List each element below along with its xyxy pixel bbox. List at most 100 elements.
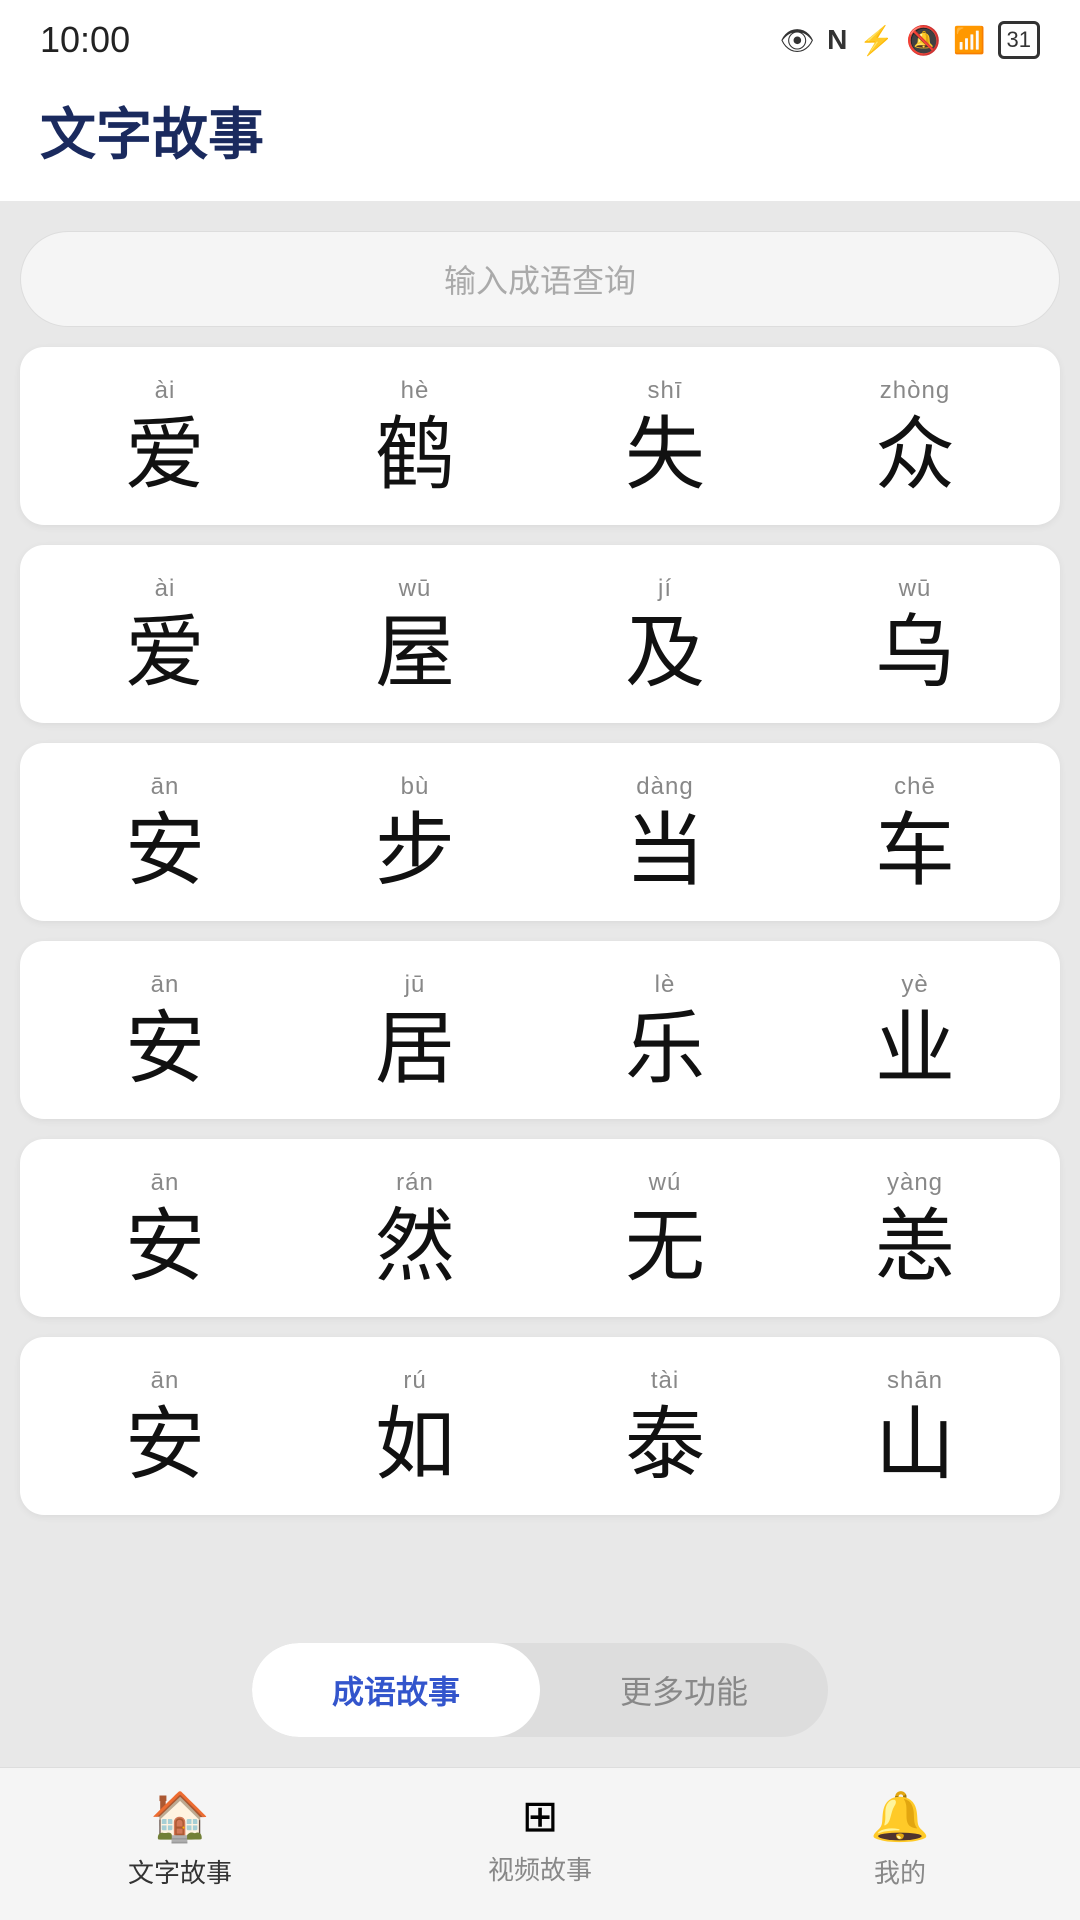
char-item-5-3: wú 无: [540, 1169, 790, 1287]
pinyin-6-1: ān: [151, 1367, 180, 1395]
hanzi-2-3: 及: [625, 613, 705, 693]
char-item-2-3: jí 及: [540, 575, 790, 693]
char-item-5-4: yàng 恙: [790, 1169, 1040, 1287]
status-time: 10:00: [40, 19, 130, 61]
pinyin-4-1: ān: [151, 971, 180, 999]
char-item-6-3: tài 泰: [540, 1367, 790, 1485]
tab-bar: 🏠 文字故事 ⊞ 视频故事 🔔 我的: [0, 1767, 1080, 1920]
nav-pill: 成语故事 更多功能: [252, 1643, 828, 1737]
char-item-1-1: ài 爱: [40, 377, 290, 495]
pinyin-6-2: rú: [403, 1367, 426, 1395]
char-item-6-4: shān 山: [790, 1367, 1040, 1485]
char-item-3-2: bù 步: [290, 773, 540, 891]
nav-btn-idiom-story[interactable]: 成语故事: [252, 1643, 540, 1737]
tab-item-text-story[interactable]: 🏠 文字故事: [0, 1788, 360, 1890]
pinyin-5-4: yàng: [887, 1169, 943, 1197]
pinyin-4-4: yè: [901, 971, 928, 999]
hanzi-5-2: 然: [375, 1207, 455, 1287]
char-item-4-1: ān安: [40, 971, 290, 1089]
hanzi-6-3: 泰: [625, 1405, 705, 1485]
pinyin-6-4: shān: [887, 1367, 943, 1395]
hanzi-3-2: 步: [375, 811, 455, 891]
signal-icon: 📶: [953, 25, 985, 56]
pinyin-2-1: ài: [155, 575, 176, 603]
char-item-3-4: chē 车: [790, 773, 1040, 891]
pinyin-1-1: ài: [155, 377, 176, 405]
hanzi-1-4: 众: [875, 415, 955, 495]
hanzi-6-4: 山: [875, 1405, 955, 1485]
page-title: 文字故事: [40, 90, 1040, 171]
status-bar: 10:00 👁 N ⚡ 🔕 📶 31: [0, 0, 1080, 70]
hanzi-5-3: 无: [625, 1207, 705, 1287]
hanzi-3-4: 车: [875, 811, 955, 891]
idiom-card-6[interactable]: ān 安 rú 如 tài 泰 shān 山: [20, 1337, 1060, 1515]
tab-inner: 🏠 文字故事 ⊞ 视频故事 🔔 我的: [0, 1788, 1080, 1890]
grid-icon: ⊞: [522, 1791, 559, 1842]
tab-item-video-story[interactable]: ⊞ 视频故事: [360, 1791, 720, 1887]
idiom-card-2[interactable]: ài 爱 wū 屋 jí 及 wū 乌: [20, 545, 1060, 723]
status-icons: 👁 N ⚡ 🔕 📶 31: [780, 21, 1040, 59]
pinyin-2-2: wū: [399, 575, 432, 603]
char-item-3-3: dàng 当: [540, 773, 790, 891]
hanzi-2-2: 屋: [375, 613, 455, 693]
pinyin-1-2: hè: [401, 377, 430, 405]
idiom-card-1[interactable]: ài 爱 hè 鹤 shī 失 zhòng 众: [20, 347, 1060, 525]
idiom-card-5[interactable]: ān安rán然wú无yàng恙: [20, 1139, 1060, 1317]
hanzi-2-1: 爱: [125, 613, 205, 693]
tab-label-video-story: 视频故事: [488, 1850, 592, 1887]
tab-label-mine: 我的: [874, 1853, 926, 1890]
hanzi-6-2: 如: [375, 1405, 455, 1485]
char-item-3-1: ān 安: [40, 773, 290, 891]
char-item-2-1: ài 爱: [40, 575, 290, 693]
hanzi-1-2: 鹤: [375, 415, 455, 495]
tab-item-mine[interactable]: 🔔 我的: [720, 1788, 1080, 1890]
pinyin-1-4: zhòng: [880, 377, 950, 405]
pinyin-6-3: tài: [651, 1367, 679, 1395]
pinyin-4-2: jū: [405, 971, 426, 999]
tab-label-text-story: 文字故事: [128, 1853, 232, 1890]
main-content: 输入成语查询 ài爱hè鹤shī失zhòng众ài爱wū屋jí及wū乌ān安bù…: [0, 201, 1080, 1623]
pinyin-5-3: wú: [649, 1169, 682, 1197]
char-item-4-3: lè 乐: [540, 971, 790, 1089]
pinyin-3-1: ān: [151, 773, 180, 801]
char-item-4-4: yè业: [790, 971, 1040, 1089]
nav-btn-more-features[interactable]: 更多功能: [540, 1643, 828, 1737]
pinyin-2-4: wū: [899, 575, 932, 603]
hanzi-1-3: 失: [625, 415, 705, 495]
char-item-2-4: wū 乌: [790, 575, 1040, 693]
search-placeholder: 输入成语查询: [444, 256, 636, 302]
bottom-nav-container: 成语故事 更多功能: [0, 1623, 1080, 1767]
pinyin-3-4: chē: [894, 773, 936, 801]
hanzi-3-1: 安: [125, 811, 205, 891]
hanzi-4-2: 居: [375, 1009, 455, 1089]
char-item-1-3: shī 失: [540, 377, 790, 495]
pinyin-5-1: ān: [151, 1169, 180, 1197]
char-item-1-2: hè 鹤: [290, 377, 540, 495]
hanzi-1-1: 爱: [125, 415, 205, 495]
hanzi-6-1: 安: [125, 1405, 205, 1485]
home-icon: 🏠: [150, 1788, 210, 1845]
nfc-icon: N: [827, 24, 847, 56]
search-bar[interactable]: 输入成语查询: [20, 231, 1060, 327]
idiom-card-3[interactable]: ān 安 bù 步 dàng 当 chē 车: [20, 743, 1060, 921]
pinyin-3-3: dàng: [636, 773, 693, 801]
char-item-2-2: wū 屋: [290, 575, 540, 693]
hanzi-2-4: 乌: [875, 613, 955, 693]
hanzi-4-3: 乐: [625, 1009, 705, 1089]
pinyin-3-2: bù: [401, 773, 430, 801]
bell-icon: 🔔: [870, 1788, 930, 1845]
header: 文字故事: [0, 70, 1080, 201]
char-item-4-2: jū 居: [290, 971, 540, 1089]
idiom-card-4[interactable]: ān安 jū 居 lè 乐 yè业: [20, 941, 1060, 1119]
battery-icon: 31: [998, 21, 1040, 59]
bluetooth-icon: ⚡: [859, 24, 894, 57]
pinyin-4-3: lè: [655, 971, 676, 999]
char-item-5-2: rán 然: [290, 1169, 540, 1287]
char-item-6-2: rú 如: [290, 1367, 540, 1485]
mute-icon: 🔕: [906, 24, 941, 57]
hanzi-3-3: 当: [625, 811, 705, 891]
pinyin-2-3: jí: [658, 575, 672, 603]
hanzi-5-4: 恙: [875, 1207, 955, 1287]
pinyin-5-2: rán: [396, 1169, 434, 1197]
pinyin-1-3: shī: [647, 377, 682, 405]
